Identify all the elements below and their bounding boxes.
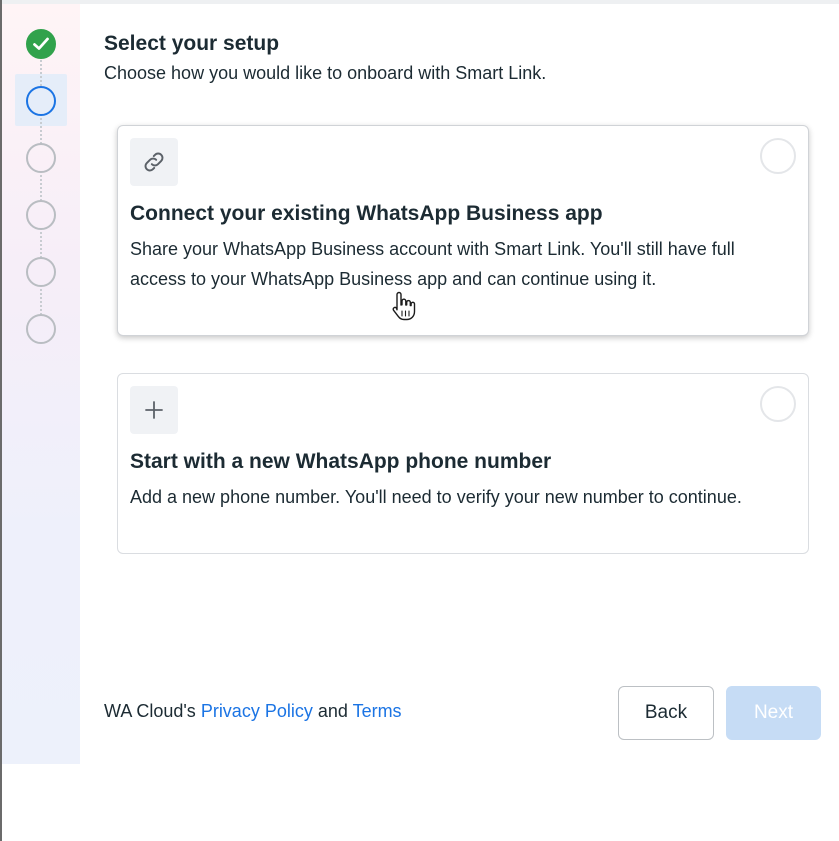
hand-pointer-cursor-icon [390,290,418,329]
plus-icon [130,386,178,434]
option-connect-existing-title: Connect your existing WhatsApp Business … [130,202,603,225]
step-2-current-icon [26,86,56,116]
privacy-policy-link[interactable]: Privacy Policy [201,701,313,721]
footer-prefix: WA Cloud's [104,701,201,721]
step-connector [40,289,42,315]
option-new-number-description: Add a new phone number. You'll need to v… [130,487,742,507]
link-icon [130,138,178,186]
onboarding-dialog: Select your setup Choose how you would l… [0,0,839,841]
step-5-pending-icon [26,257,56,287]
step-connector [40,175,42,201]
step-connector [40,118,42,144]
step-4-pending-icon [26,200,56,230]
option-new-number-card[interactable]: Start with a new WhatsApp phone number A… [117,373,809,554]
step-connector [40,60,42,86]
step-3-pending-icon [26,143,56,173]
option-new-number-radio[interactable] [760,386,796,422]
footer-legal-text: WA Cloud's Privacy Policy and Terms [104,701,402,722]
page-subtitle: Choose how you would like to onboard wit… [104,63,547,83]
step-6-pending-icon [26,314,56,344]
step-connector [40,232,42,258]
option-new-number-title: Start with a new WhatsApp phone number [130,450,552,473]
step-1-completed-icon [26,29,56,59]
option-connect-existing-description: Share your WhatsApp Business account wit… [130,239,735,289]
terms-link[interactable]: Terms [353,701,402,721]
top-divider [2,0,839,4]
footer-joiner: and [312,701,353,721]
page-title: Select your setup [104,32,280,55]
next-button[interactable]: Next [726,686,821,740]
option-connect-existing-card[interactable]: Connect your existing WhatsApp Business … [117,125,809,336]
option-connect-existing-radio[interactable] [760,138,796,174]
back-button[interactable]: Back [618,686,714,740]
